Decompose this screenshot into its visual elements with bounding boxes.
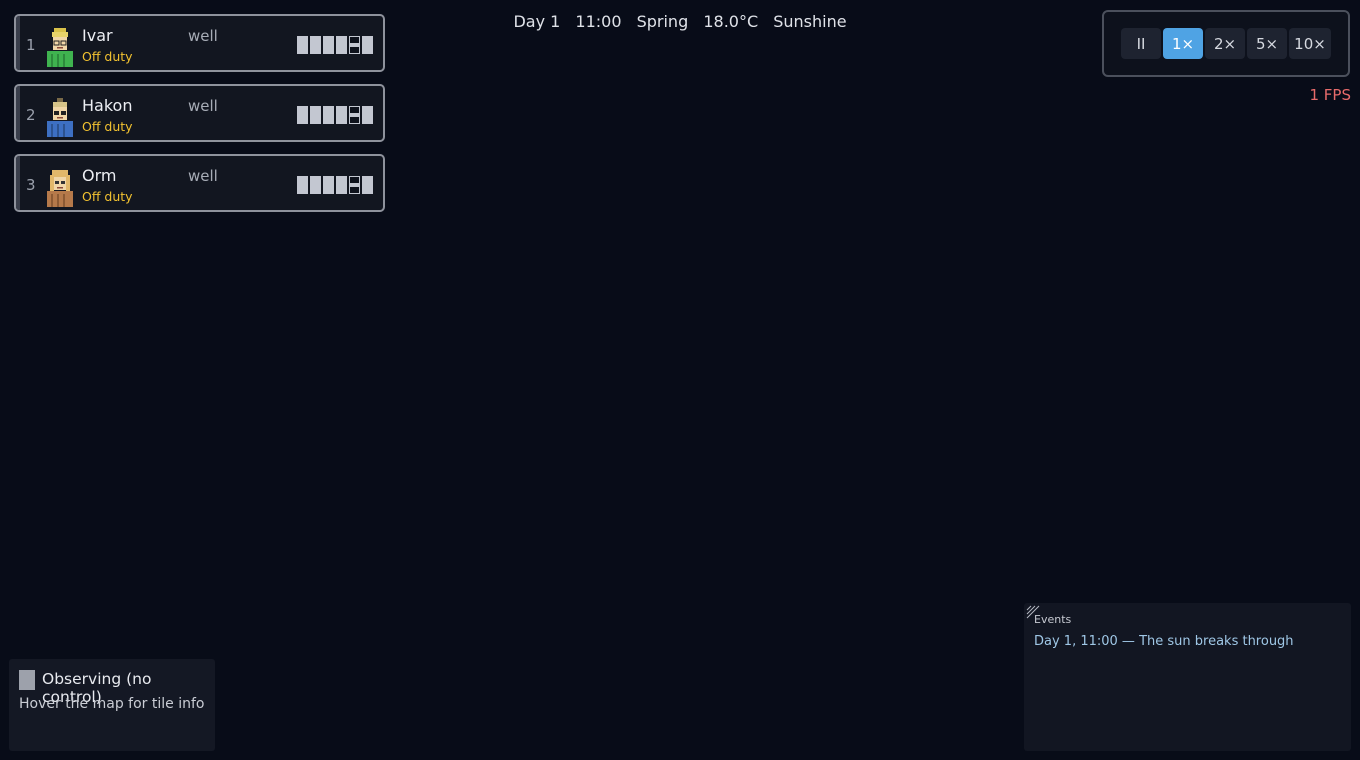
colonist-status: Off duty <box>82 119 133 134</box>
need-bar <box>362 176 373 194</box>
speed-2x-button[interactable]: 2× <box>1205 28 1245 59</box>
colonist-list: 1 Ivar Off duty well 2 Hakon Off duty we… <box>14 14 385 224</box>
colonist-portrait-icon <box>47 98 73 137</box>
need-bar <box>349 36 360 54</box>
colonist-card-hakon[interactable]: 2 Hakon Off duty well <box>14 84 385 142</box>
need-bar <box>297 36 308 54</box>
colonist-status: Off duty <box>82 189 133 204</box>
need-bar <box>336 176 347 194</box>
speed-1x-button[interactable]: 1× <box>1163 28 1203 59</box>
needs-bars <box>297 36 373 54</box>
day-label: Day 1 <box>513 12 561 31</box>
need-bar <box>362 106 373 124</box>
need-bar <box>323 36 334 54</box>
colonist-name: Orm <box>82 166 117 185</box>
speed-controls: II 1× 2× 5× 10× <box>1102 10 1350 77</box>
need-bar <box>310 106 321 124</box>
need-bar <box>349 106 360 124</box>
colonist-card-orm[interactable]: 3 Orm Off duty well <box>14 154 385 212</box>
need-bar <box>297 176 308 194</box>
colonist-index: 2 <box>26 106 36 124</box>
colonist-health: well <box>188 167 218 185</box>
need-bar <box>310 36 321 54</box>
weather-label: Sunshine <box>773 12 847 31</box>
need-bar <box>310 176 321 194</box>
fps-counter: 1 FPS <box>1309 86 1351 104</box>
need-bar <box>362 36 373 54</box>
tile-info-hint: Hover the map for tile info <box>19 696 205 712</box>
need-bar <box>336 36 347 54</box>
need-bar <box>323 176 334 194</box>
colonist-index: 3 <box>26 176 36 194</box>
events-title: Events <box>1034 613 1072 626</box>
needs-bars <box>297 106 373 124</box>
time-label: 11:00 <box>575 12 622 31</box>
events-panel: Events Day 1, 11:00 — The sun breaks thr… <box>1024 603 1351 751</box>
need-bar <box>336 106 347 124</box>
needs-bars <box>297 176 373 194</box>
need-bar <box>297 106 308 124</box>
observer-panel: Observing (no control) Hover the map for… <box>9 659 215 751</box>
season-label: Spring <box>636 12 689 31</box>
speed-5x-button[interactable]: 5× <box>1247 28 1287 59</box>
speed-10x-button[interactable]: 10× <box>1289 28 1331 59</box>
event-entry: Day 1, 11:00 — The sun breaks through <box>1034 634 1294 649</box>
colonist-index: 1 <box>26 36 36 54</box>
observer-swatch-icon <box>19 670 35 690</box>
colonist-portrait-icon <box>47 28 73 67</box>
colonist-status: Off duty <box>82 49 133 64</box>
colonist-name: Hakon <box>82 96 133 115</box>
colonist-portrait-icon <box>47 170 73 207</box>
need-bar <box>349 176 360 194</box>
colonist-health: well <box>188 97 218 115</box>
temperature-label: 18.0°C <box>703 12 759 31</box>
pause-button[interactable]: II <box>1121 28 1161 59</box>
need-bar <box>323 106 334 124</box>
